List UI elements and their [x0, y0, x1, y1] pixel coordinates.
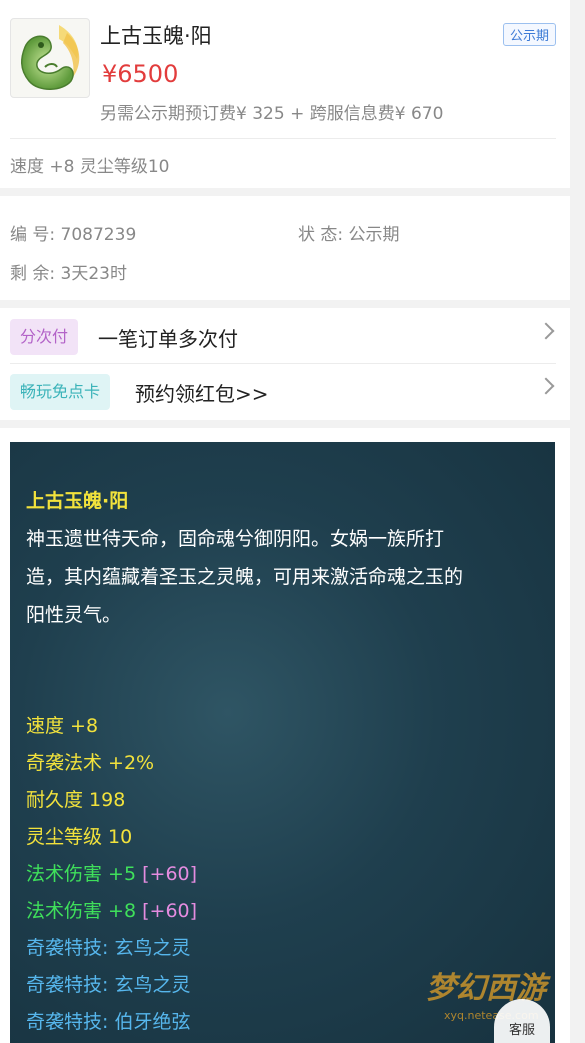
remaining-label: 剩 余:: [10, 264, 56, 284]
magic-damage-value: 法术伤害 +5: [26, 863, 137, 885]
card-tag: 畅玩免点卡: [10, 374, 111, 410]
magic-damage-bonus: [+60]: [142, 863, 198, 885]
service-label: 客服: [508, 1023, 535, 1038]
status-row: 状 态: 公示期: [298, 220, 400, 245]
item-description-panel: 上古玉魄·阳 神玉遗世待天命，固命魂兮御阴阳。女娲一族所打 造，其内蕴藏着圣玉之…: [10, 442, 555, 1043]
remaining-value: 3天23时: [60, 264, 127, 284]
product-price: ¥6500: [102, 60, 179, 88]
attr-speed: 速度 +8: [26, 715, 99, 737]
attr-surprise-magic: 奇袭法术 +2%: [26, 752, 155, 774]
remaining-row: 剩 余: 3天23时: [10, 259, 127, 284]
attr-durability: 耐久度 198: [26, 789, 126, 811]
card-promo-row[interactable]: 畅玩免点卡 预约领红包>>: [0, 364, 570, 418]
status-label: 状 态:: [298, 225, 344, 245]
magic-damage-value: 法术伤害 +8: [26, 900, 137, 922]
description-line: 造，其内蕴藏着圣玉之灵魄，可用来激活命魂之玉的: [26, 566, 464, 588]
attr-magic-damage: 法术伤害 +8 [+60]: [26, 893, 539, 930]
installment-text: 一笔订单多次付: [98, 327, 238, 351]
fee-info: 另需公示期预订费¥ 325 + 跨服信息费¥ 670: [100, 104, 444, 124]
product-summary: 速度 +8 灵尘等级10: [10, 157, 170, 177]
status-value: 公示期: [348, 225, 400, 245]
chevron-right-icon: [537, 377, 555, 395]
description-line: 神玉遗世待天命，固命魂兮御阴阳。女娲一族所打: [26, 528, 445, 550]
card-promo-text: 预约领红包>>: [135, 382, 269, 406]
installment-tag: 分次付: [10, 319, 79, 355]
id-label: 编 号:: [10, 225, 56, 245]
status-badge: 公示期: [502, 23, 556, 46]
payment-options-card: 分次付 一笔订单多次付 畅玩免点卡 预约领红包>>: [0, 308, 570, 420]
product-name: 上古玉魄·阳: [100, 24, 212, 48]
description-card: 上古玉魄·阳 神玉遗世待天命，固命魂兮御阴阳。女娲一族所打 造，其内蕴藏着圣玉之…: [0, 428, 570, 1043]
id-row: 编 号: 7087239: [10, 220, 136, 245]
item-title: 上古玉魄·阳: [26, 490, 129, 512]
id-value: 7087239: [60, 225, 137, 245]
chevron-right-icon: [537, 322, 555, 340]
info-card: 编 号: 7087239 状 态: 公示期 剩 余: 3天23时: [0, 196, 570, 300]
jade-dragon-icon[interactable]: [10, 18, 90, 98]
magic-damage-bonus: [+60]: [142, 900, 198, 922]
description-line: 阳性灵气。: [26, 604, 122, 626]
product-card: 上古玉魄·阳 ¥6500 另需公示期预订费¥ 325 + 跨服信息费¥ 670 …: [0, 0, 570, 188]
installment-row[interactable]: 分次付 一笔订单多次付: [0, 309, 570, 363]
attr-magic-damage: 法术伤害 +5 [+60]: [26, 856, 539, 893]
attr-dust-level: 灵尘等级 10: [26, 826, 133, 848]
divider: [10, 138, 556, 139]
